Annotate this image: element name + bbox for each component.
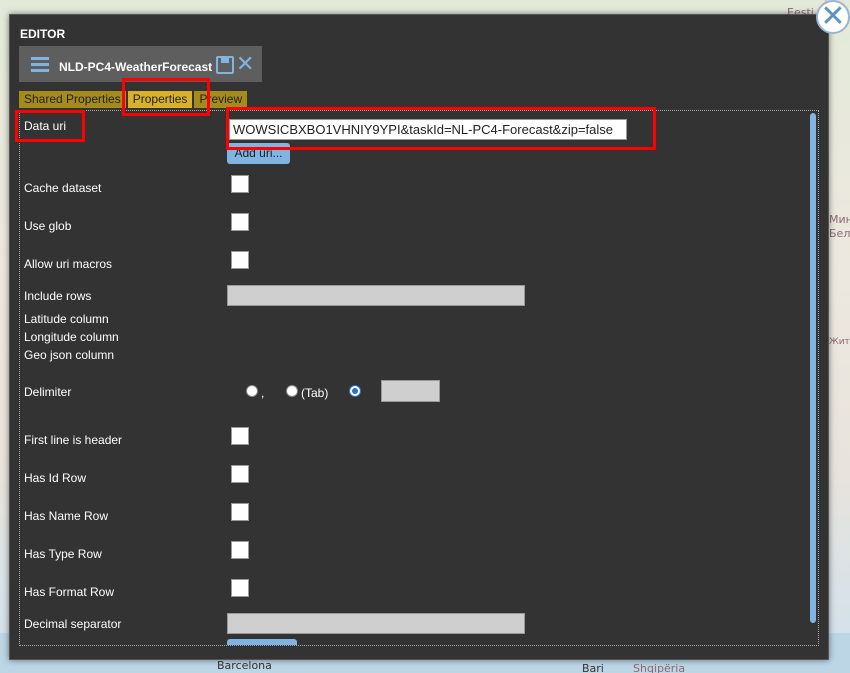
latitude-column-label: Latitude column bbox=[24, 312, 109, 326]
delimiter-comma-radio[interactable] bbox=[246, 385, 258, 397]
has-name-row-label: Has Name Row bbox=[24, 509, 109, 523]
include-rows-label: Include rows bbox=[24, 289, 92, 303]
delimiter-label: Delimiter bbox=[24, 385, 72, 399]
map-label-bari: Bari bbox=[582, 662, 604, 673]
delimiter-comma-label: , bbox=[261, 386, 265, 400]
has-type-row-checkbox[interactable] bbox=[231, 541, 249, 559]
has-type-row-label: Has Type Row bbox=[24, 547, 102, 561]
highlight-properties-tab bbox=[122, 78, 210, 116]
has-format-row-label: Has Format Row bbox=[24, 585, 115, 599]
highlight-data-uri-input bbox=[226, 107, 656, 150]
map-label-min: Мин bbox=[829, 213, 850, 226]
dataset-tab[interactable]: NLD-PC4-WeatherForecast ✕ bbox=[19, 46, 262, 82]
first-line-header-checkbox[interactable] bbox=[231, 427, 249, 445]
save-icon[interactable] bbox=[216, 56, 234, 74]
has-id-row-label: Has Id Row bbox=[24, 471, 87, 485]
use-glob-checkbox[interactable] bbox=[231, 213, 249, 231]
menu-icon[interactable] bbox=[31, 57, 49, 73]
map-label-barcelona: Barcelona bbox=[217, 659, 272, 672]
delimiter-custom-radio[interactable] bbox=[349, 385, 361, 397]
delimiter-custom-input[interactable] bbox=[381, 380, 440, 402]
delimiter-tab-radio[interactable] bbox=[286, 385, 298, 397]
first-line-header-label: First line is header bbox=[24, 433, 123, 447]
dataset-name: NLD-PC4-WeatherForecast bbox=[59, 60, 213, 74]
geo-json-column-label: Geo json column bbox=[24, 348, 115, 362]
longitude-column-label: Longitude column bbox=[24, 330, 119, 344]
has-id-row-checkbox[interactable] bbox=[231, 465, 249, 483]
map-label-zhit: Жит bbox=[829, 337, 850, 347]
has-format-row-checkbox[interactable] bbox=[231, 579, 249, 597]
remove-dataset-icon[interactable]: ✕ bbox=[236, 52, 254, 77]
properties-panel: Data uri WOWSICBXBO1VHNIY9YPI&taskId=NL-… bbox=[19, 110, 819, 646]
map-label-bel: Бел bbox=[829, 227, 850, 240]
allow-uri-macros-label: Allow uri macros bbox=[24, 257, 113, 271]
highlight-data-uri-label bbox=[15, 110, 85, 142]
tab-shared-properties[interactable]: Shared Properties bbox=[19, 91, 126, 108]
close-button[interactable]: ✕ bbox=[816, 0, 850, 34]
decimal-separator-label: Decimal separator bbox=[24, 617, 122, 631]
map-label-shqiperia: Shqipëria bbox=[633, 662, 686, 673]
partial-button[interactable] bbox=[227, 639, 297, 645]
scrollbar[interactable] bbox=[810, 113, 816, 623]
cache-dataset-label: Cache dataset bbox=[24, 181, 102, 195]
has-name-row-checkbox[interactable] bbox=[231, 503, 249, 521]
use-glob-label: Use glob bbox=[24, 219, 72, 233]
include-rows-input[interactable] bbox=[227, 285, 525, 306]
cache-dataset-checkbox[interactable] bbox=[231, 175, 249, 193]
decimal-separator-input[interactable] bbox=[227, 613, 525, 634]
allow-uri-macros-checkbox[interactable] bbox=[231, 251, 249, 269]
close-icon: ✕ bbox=[820, 0, 846, 34]
dialog-title: EDITOR bbox=[20, 27, 66, 41]
delimiter-tab-label: (Tab) bbox=[301, 386, 329, 400]
